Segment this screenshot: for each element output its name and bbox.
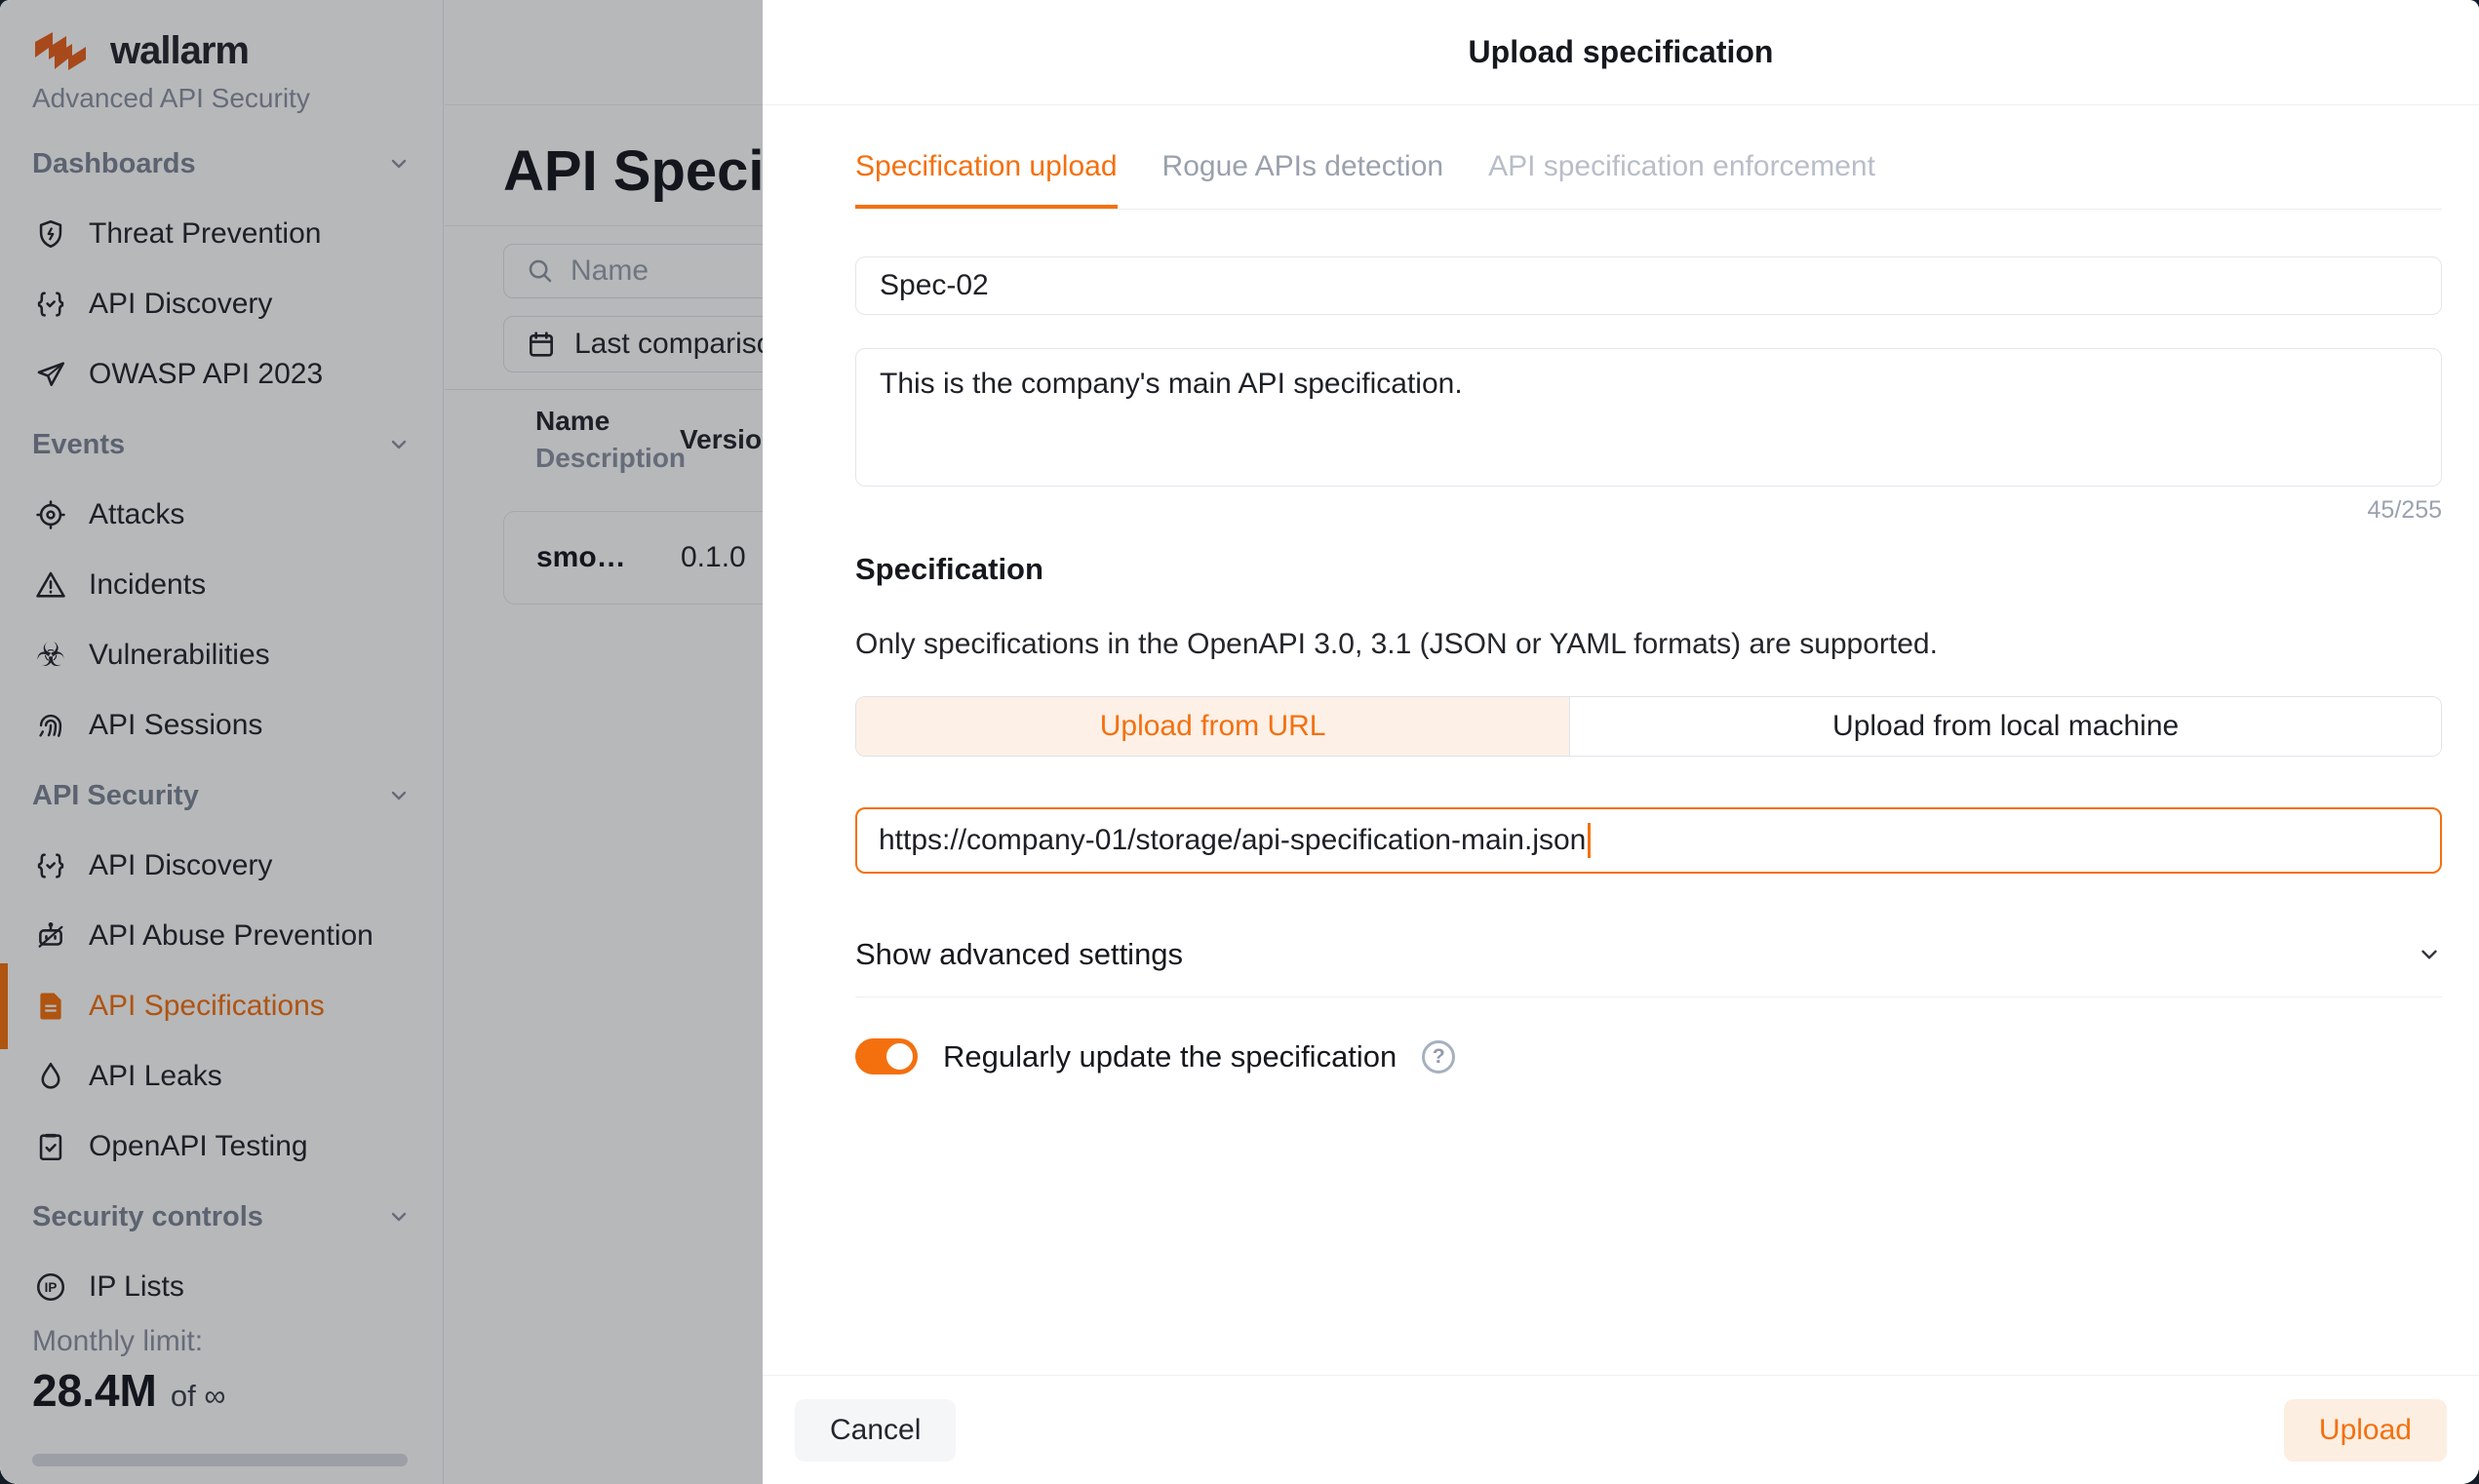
chevron-down-icon <box>2417 942 2442 967</box>
spec-name-input[interactable] <box>855 256 2442 315</box>
cancel-button[interactable]: Cancel <box>795 1399 956 1462</box>
advanced-settings-label: Show advanced settings <box>855 937 1183 972</box>
segment-upload-from-local-machine[interactable]: Upload from local machine <box>1569 697 2441 756</box>
regular-update-row: Regularly update the specification ? <box>855 1038 2442 1074</box>
specification-section-hint: Only specifications in the OpenAPI 3.0, … <box>855 628 2442 661</box>
drawer-header: Upload specification <box>763 0 2479 105</box>
drawer-body: Specification upload Rogue APIs detectio… <box>763 105 2479 1375</box>
tab-specification-upload[interactable]: Specification upload <box>855 150 1118 209</box>
app-window: wallarm Advanced API Security Dashboards… <box>0 0 2479 1484</box>
char-counter: 45/255 <box>855 496 2442 525</box>
drawer-title: Upload specification <box>1469 34 1774 70</box>
help-icon[interactable]: ? <box>1422 1040 1455 1074</box>
upload-source-segmented-control: Upload from URL Upload from local machin… <box>855 696 2442 757</box>
regular-update-toggle[interactable] <box>855 1038 918 1074</box>
drawer-tabs: Specification upload Rogue APIs detectio… <box>855 105 2442 210</box>
spec-url-input[interactable]: https://company-01/storage/api-specifica… <box>855 807 2442 874</box>
tab-api-specification-enforcement[interactable]: API specification enforcement <box>1488 150 1875 209</box>
text-caret <box>1588 823 1591 858</box>
upload-button[interactable]: Upload <box>2284 1399 2447 1462</box>
specification-section-title: Specification <box>855 552 2442 587</box>
show-advanced-settings-toggle[interactable]: Show advanced settings <box>855 926 2442 983</box>
tab-rogue-apis-detection[interactable]: Rogue APIs detection <box>1162 150 1444 209</box>
regular-update-label: Regularly update the specification <box>943 1039 1397 1074</box>
drawer-footer: Cancel Upload <box>763 1375 2479 1484</box>
spec-description-textarea[interactable]: This is the company's main API specifica… <box>855 348 2442 487</box>
url-value: https://company-01/storage/api-specifica… <box>879 824 1586 857</box>
divider <box>855 996 2442 997</box>
upload-specification-drawer: Upload specification Specification uploa… <box>763 0 2479 1484</box>
segment-upload-from-url[interactable]: Upload from URL <box>856 697 1569 756</box>
